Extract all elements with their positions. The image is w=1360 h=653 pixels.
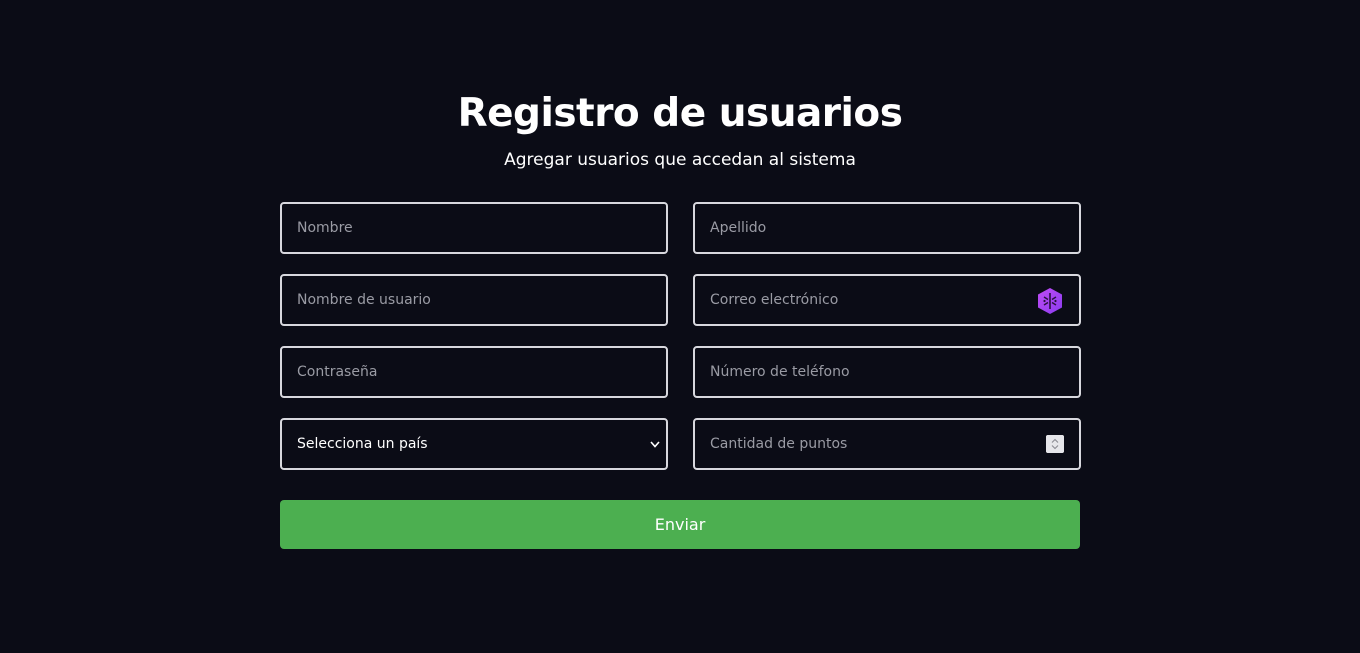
registration-page: Registro de usuarios Agregar usuarios qu… — [0, 0, 1360, 653]
apellido-field-wrapper — [693, 202, 1081, 254]
pais-field-wrapper: Selecciona un país — [280, 418, 668, 470]
usuario-field-wrapper — [280, 274, 668, 326]
phone-input[interactable] — [695, 348, 1079, 396]
password-manager-icon[interactable] — [1037, 287, 1063, 315]
contrasena-field-wrapper — [280, 346, 668, 398]
nombre-field-wrapper — [280, 202, 668, 254]
page-title: Registro de usuarios — [457, 91, 903, 136]
country-select[interactable]: Selecciona un país — [282, 420, 666, 468]
puntos-field-wrapper — [693, 418, 1081, 470]
spinner-icon[interactable] — [1046, 435, 1064, 453]
email-input[interactable] — [695, 276, 1079, 324]
password-input[interactable] — [282, 348, 666, 396]
points-input[interactable] — [695, 420, 1079, 468]
username-input[interactable] — [282, 276, 666, 324]
submit-button[interactable]: Enviar — [280, 500, 1080, 549]
telefono-field-wrapper — [693, 346, 1081, 398]
nombre-input[interactable] — [282, 204, 666, 252]
correo-field-wrapper — [693, 274, 1081, 326]
apellido-input[interactable] — [695, 204, 1079, 252]
page-subtitle: Agregar usuarios que accedan al sistema — [504, 150, 856, 170]
